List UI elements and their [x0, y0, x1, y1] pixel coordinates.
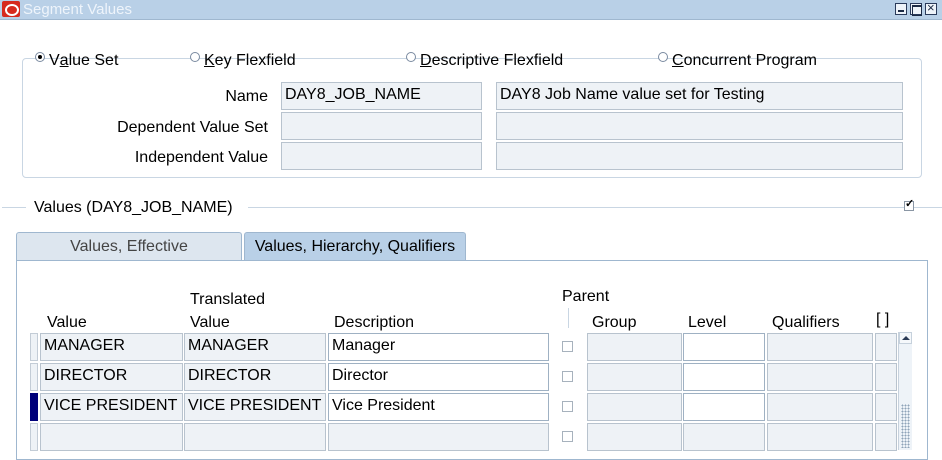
values-section-title: Values (DAY8_JOB_NAME): [34, 199, 233, 216]
column-header-level: Level: [688, 314, 727, 331]
parent-checkbox[interactable]: [562, 401, 573, 412]
section-divider: [248, 207, 942, 208]
tab-values-effective[interactable]: Values, Effective: [16, 232, 242, 260]
flex-cell[interactable]: [875, 393, 897, 421]
radio-value-set[interactable]: Va lue Set: [35, 52, 118, 70]
value-cell[interactable]: DIRECTOR: [40, 363, 183, 391]
group-cell[interactable]: [587, 393, 682, 421]
title-bar: Segment Values: [0, 0, 942, 20]
level-cell[interactable]: [683, 393, 765, 421]
translated-value-cell[interactable]: MANAGER: [184, 333, 326, 361]
qualifiers-cell[interactable]: [767, 333, 873, 361]
current-record-indicator[interactable]: [30, 393, 38, 421]
dependent-description-field[interactable]: [496, 112, 903, 140]
level-cell[interactable]: [683, 363, 765, 391]
qualifiers-cell[interactable]: [767, 393, 873, 421]
translated-value-cell[interactable]: DIRECTOR: [184, 363, 326, 391]
column-header-flex-brackets: [ ]: [876, 311, 890, 328]
radio-icon: [190, 52, 200, 62]
tab-values-hierarchy-qualifiers[interactable]: Values, Hierarchy, Qualifiers: [244, 232, 466, 260]
section-divider: [2, 207, 26, 208]
qualifiers-cell[interactable]: [767, 423, 873, 451]
independent-value-label: Independent Value: [134, 149, 268, 166]
description-cell[interactable]: Vice President: [328, 393, 549, 421]
scroll-up-arrow-icon[interactable]: [899, 332, 912, 344]
record-indicator[interactable]: [30, 333, 38, 361]
column-header-group: Group: [592, 314, 637, 331]
radio-selected-icon: [35, 52, 45, 62]
translated-value-cell[interactable]: VICE PRESIDENT: [184, 393, 326, 421]
radio-descriptive-flexfield[interactable]: Descriptive Flexfield: [406, 52, 563, 70]
parent-checkbox[interactable]: [562, 341, 573, 352]
window-title: Segment Values: [23, 1, 132, 18]
dependent-value-set-field[interactable]: [281, 112, 482, 140]
column-header-description: Description: [334, 314, 415, 331]
translated-value-cell[interactable]: [184, 423, 326, 451]
dependent-value-set-label: Dependent Value Set: [117, 119, 268, 136]
scroll-thumb-grip[interactable]: [901, 404, 910, 448]
value-cell[interactable]: MANAGER: [40, 333, 183, 361]
description-cell[interactable]: [328, 423, 549, 451]
independent-value-field[interactable]: [281, 142, 482, 170]
column-header-qualifiers: Qualifiers: [772, 314, 840, 331]
radio-key-flexfield[interactable]: Key Flexfield: [190, 52, 296, 70]
group-cell[interactable]: [587, 423, 682, 451]
qualifiers-cell[interactable]: [767, 363, 873, 391]
minimize-icon[interactable]: [895, 3, 907, 15]
radio-icon: [406, 52, 416, 62]
record-indicator[interactable]: [30, 423, 38, 451]
column-header-value: Value: [47, 314, 87, 331]
name-field[interactable]: DAY8_JOB_NAME: [281, 82, 482, 110]
records-scrollbar[interactable]: [898, 332, 912, 450]
column-header-translated-value: Value: [190, 314, 230, 331]
value-cell[interactable]: VICE PRESIDENT: [40, 393, 183, 421]
description-cell[interactable]: Director: [328, 363, 549, 391]
radio-concurrent-program[interactable]: Concurrent Program: [658, 52, 817, 70]
oracle-icon: [2, 1, 20, 17]
column-header-translated-top: Translated: [190, 291, 265, 308]
parent-checkbox[interactable]: [562, 431, 573, 442]
name-label: Name: [225, 88, 268, 105]
level-cell[interactable]: [683, 423, 765, 451]
parent-divider: [568, 308, 569, 328]
independent-description-field[interactable]: [496, 142, 903, 170]
parent-checkbox[interactable]: [562, 371, 573, 382]
group-cell[interactable]: [587, 363, 682, 391]
radio-icon: [658, 52, 668, 62]
flex-cell[interactable]: [875, 333, 897, 361]
group-cell[interactable]: [587, 333, 682, 361]
level-cell[interactable]: [683, 333, 765, 361]
values-section-checkbox[interactable]: [904, 197, 914, 211]
name-description-field[interactable]: DAY8 Job Name value set for Testing: [496, 82, 903, 110]
flex-cell[interactable]: [875, 423, 897, 451]
record-indicator[interactable]: [30, 363, 38, 391]
value-cell[interactable]: [40, 423, 183, 451]
close-icon[interactable]: [925, 0, 937, 15]
flex-cell[interactable]: [875, 363, 897, 391]
column-header-parent: Parent: [562, 288, 610, 305]
maximize-icon[interactable]: [910, 3, 922, 16]
description-cell[interactable]: Manager: [328, 333, 549, 361]
